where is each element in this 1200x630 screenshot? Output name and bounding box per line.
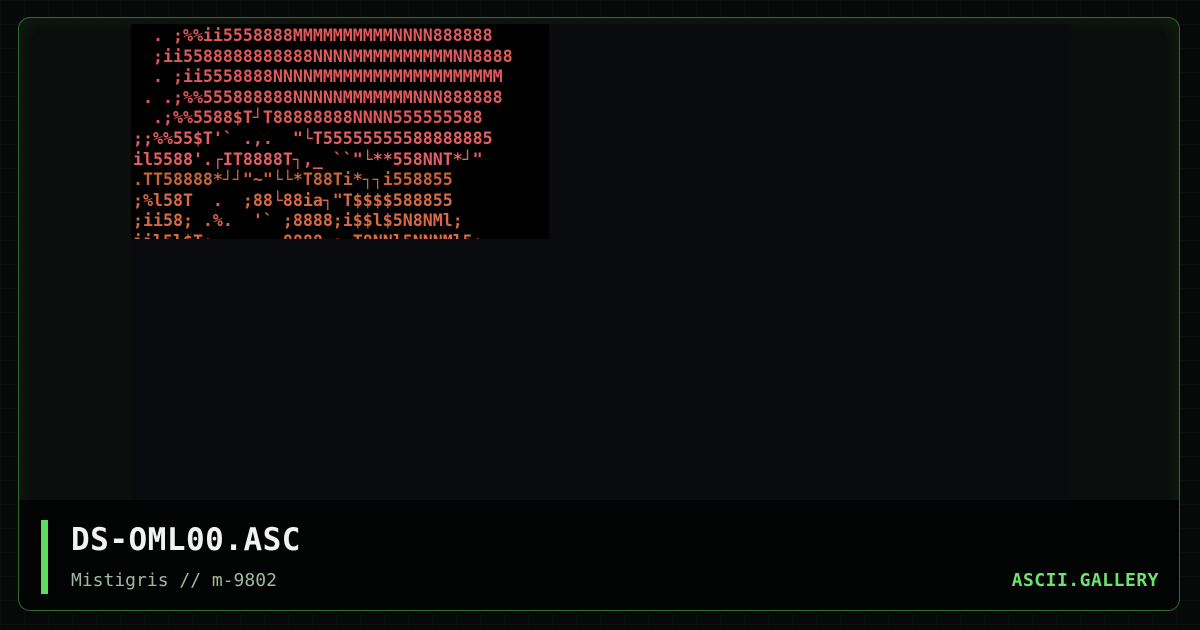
ascii-art-line: iil5l$T; 8888 ; T8NNl5NNNMl5; [133, 232, 483, 239]
ascii-art-line: ;%l58T . ;88└88ia┐"T$$$$588855 [133, 190, 483, 210]
ascii-art-line: ;ii58; .%. '` ;8888;i$$l$5N8NMl; [133, 211, 463, 231]
ascii-art-line: ;ii5588888888888NNNNMMMMMMMMMMNN8888 [133, 46, 513, 66]
ascii-art-line: il5588'.┌IT8888T┐,_ ``"└**558NNT*┘" [133, 149, 483, 169]
ascii-art-line: ;;%%55$T'` .,. "└T55555555588888885 [133, 128, 493, 148]
info-bar: DS-OML00.ASC Mistigris // m-9802 ASCII.G… [19, 500, 1179, 610]
ascii-art-line: .;%%5588$T┘T88888888NNNN555555588 [133, 108, 483, 128]
artwork-author: Mistigris // m-9802 [71, 570, 277, 591]
artwork-title: DS-OML00.ASC [71, 522, 301, 558]
ascii-art-line: .TT58888*┘┘"~"└└*T88Ti*┐┐i558855 [133, 170, 453, 190]
ascii-art-preview[interactable]: . ;%%ii5558888MMMMMMMMMMNNNN888888 ;ii55… [131, 24, 549, 239]
ascii-art-line: . ;%%ii5558888MMMMMMMMMMNNNN888888 [133, 26, 493, 45]
site-brand-link[interactable]: ASCII.GALLERY [1012, 570, 1159, 591]
ascii-art-line: . ;ii5558888NNNNMMMMMMMMMMMMMMMMMMM [133, 67, 503, 87]
artwork-card: . ;%%ii5558888MMMMMMMMMMNNNN888888 ;ii55… [18, 17, 1180, 611]
artwork-canvas: . ;%%ii5558888MMMMMMMMMMNNNN888888 ;ii55… [131, 24, 1071, 504]
ascii-art-text: . ;%%ii5558888MMMMMMMMMMNNNN888888 ;ii55… [131, 24, 549, 239]
ascii-art-line: . .;%%555888888NNNNNMMMMMMMNNN888888 [133, 87, 503, 107]
accent-bar [41, 520, 48, 594]
